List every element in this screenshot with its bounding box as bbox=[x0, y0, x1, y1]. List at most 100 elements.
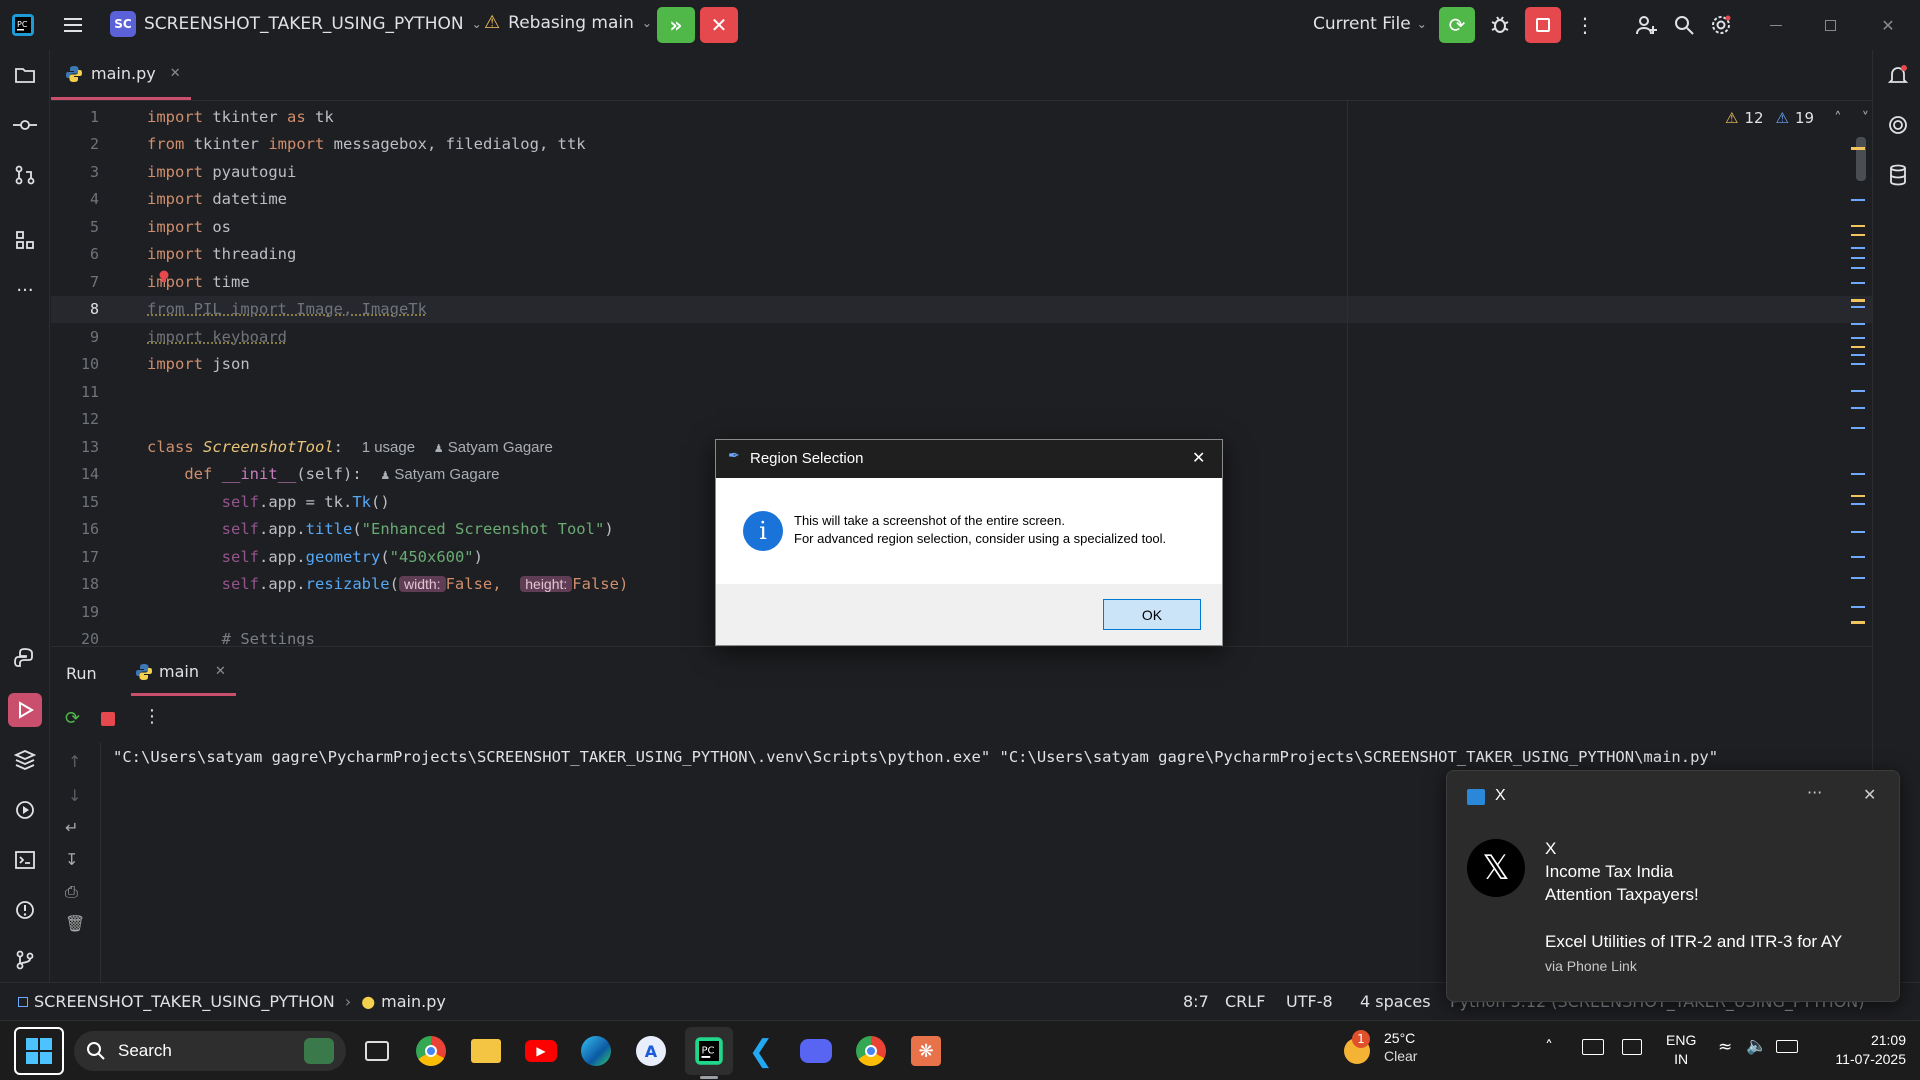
run-config-selector[interactable]: Current File ⌄ bbox=[1313, 14, 1427, 34]
ok-button[interactable]: OK bbox=[1103, 599, 1201, 630]
structure-icon[interactable] bbox=[10, 225, 40, 255]
line-number: 2 bbox=[89, 135, 99, 153]
pycharm-logo-icon[interactable]: PC bbox=[10, 12, 36, 38]
run-tool-icon[interactable] bbox=[8, 693, 42, 727]
editor-tabs: main.py ✕ bbox=[51, 50, 1872, 101]
chevron-down-icon[interactable]: ˅ bbox=[1862, 109, 1870, 127]
restore-icon[interactable] bbox=[1814, 9, 1846, 41]
indent-setting[interactable]: 4 spaces bbox=[1360, 992, 1431, 1011]
inspections-widget[interactable]: ⚠ 12 ⚠ 19 ˄ ˅ bbox=[1725, 109, 1869, 127]
window-close-icon[interactable]: ✕ bbox=[1872, 9, 1904, 41]
python-packages-icon[interactable] bbox=[10, 745, 40, 775]
debug-button[interactable] bbox=[1484, 9, 1516, 41]
youtube-icon[interactable]: ▶ bbox=[521, 1031, 561, 1071]
clock[interactable]: 21:09 11-07-2025 bbox=[1816, 1031, 1906, 1069]
continue-rebase-button[interactable]: » bbox=[657, 7, 695, 43]
main-menu-icon[interactable] bbox=[60, 12, 86, 38]
language-indicator[interactable]: ENG IN bbox=[1666, 1031, 1696, 1069]
abort-rebase-button[interactable]: ✕ bbox=[700, 7, 738, 43]
notification-toast[interactable]: X ··· ✕ 𝕏 X Income Tax India Attention T… bbox=[1446, 770, 1900, 1002]
rerun-icon[interactable]: ⟳ bbox=[65, 708, 80, 729]
wifi-icon[interactable]: ≈ bbox=[1718, 1037, 1732, 1057]
arrow-up-icon[interactable]: ↑ bbox=[68, 752, 81, 771]
edge-icon[interactable] bbox=[576, 1031, 616, 1071]
toast-more-icon[interactable]: ··· bbox=[1807, 783, 1822, 802]
weather-widget[interactable]: 1 25°C Clear bbox=[1342, 1029, 1417, 1065]
services-icon[interactable] bbox=[10, 795, 40, 825]
vcs-status: Rebasing main bbox=[508, 12, 634, 33]
run-tab-main[interactable]: main ✕ bbox=[135, 662, 226, 681]
python-console-icon[interactable] bbox=[10, 643, 40, 673]
task-view-icon[interactable] bbox=[357, 1031, 397, 1071]
usage-hint[interactable]: 1 usage bbox=[362, 439, 415, 456]
database-icon[interactable] bbox=[1883, 160, 1913, 190]
editor-scrollbar-thumb[interactable] bbox=[1856, 137, 1866, 181]
breadcrumb-file[interactable]: main.py bbox=[381, 992, 446, 1011]
chevron-up-icon[interactable]: ˄ bbox=[1545, 1037, 1553, 1056]
project-badge: SC bbox=[110, 11, 136, 37]
file-explorer-icon[interactable] bbox=[466, 1031, 506, 1071]
claude-icon[interactable]: ❋ bbox=[906, 1031, 946, 1071]
tab-main-py[interactable]: main.py ✕ bbox=[65, 64, 181, 83]
discord-icon[interactable] bbox=[796, 1031, 836, 1071]
problems-icon[interactable] bbox=[10, 895, 40, 925]
keyboard-icon[interactable] bbox=[1582, 1039, 1604, 1055]
settings-gear-icon[interactable] bbox=[1705, 9, 1737, 41]
region-selection-dialog: ✒ Region Selection ✕ i This will take a … bbox=[715, 439, 1223, 646]
line-number: 3 bbox=[89, 163, 99, 181]
run-side-toolbar: ↑ ↓ ↵ ↧ ⎙ 🗑 bbox=[51, 742, 101, 982]
trash-icon[interactable]: 🗑 bbox=[65, 914, 85, 933]
display-icon[interactable] bbox=[1622, 1039, 1642, 1055]
stop-button[interactable] bbox=[1525, 7, 1561, 43]
app-store-icon[interactable]: A bbox=[631, 1031, 671, 1071]
breadcrumb-project[interactable]: SCREENSHOT_TAKER_USING_PYTHON bbox=[34, 992, 335, 1011]
ai-assistant-icon[interactable] bbox=[1883, 110, 1913, 140]
active-tab-underline bbox=[51, 97, 191, 100]
phone-link-icon bbox=[1467, 789, 1485, 805]
soft-wrap-icon[interactable]: ↵ bbox=[65, 818, 78, 837]
line-separator[interactable]: CRLF bbox=[1225, 992, 1265, 1011]
chevron-down-icon: ⌄ bbox=[641, 15, 652, 30]
more-actions-icon[interactable]: ⋮ bbox=[143, 706, 161, 727]
error-bulb-icon[interactable] bbox=[158, 269, 170, 283]
caret-position[interactable]: 8:7 bbox=[1183, 992, 1209, 1011]
arrow-down-icon[interactable]: ↓ bbox=[68, 786, 81, 805]
vscode-icon[interactable]: ❮ bbox=[741, 1031, 781, 1071]
battery-icon[interactable] bbox=[1776, 1040, 1798, 1053]
chrome-icon[interactable] bbox=[411, 1031, 451, 1071]
vcs-widget[interactable]: ⚠ Rebasing main ⌄ bbox=[484, 12, 652, 33]
tab-close-icon[interactable]: ✕ bbox=[215, 664, 226, 679]
tab-close-icon[interactable]: ✕ bbox=[170, 66, 181, 81]
more-tools-icon[interactable]: ··· bbox=[10, 275, 40, 305]
commit-icon[interactable] bbox=[10, 110, 40, 140]
notifications-bell-icon[interactable] bbox=[1883, 60, 1913, 90]
chevron-up-icon[interactable]: ˄ bbox=[1834, 109, 1842, 127]
search-icon[interactable] bbox=[1668, 9, 1700, 41]
line-number: 16 bbox=[80, 520, 99, 538]
print-icon[interactable]: ⎙ bbox=[65, 882, 78, 902]
pull-requests-icon[interactable] bbox=[10, 160, 40, 190]
pycharm-taskbar-icon[interactable]: PC bbox=[685, 1027, 733, 1075]
file-encoding[interactable]: UTF-8 bbox=[1286, 992, 1333, 1011]
chrome-alt-icon[interactable] bbox=[851, 1031, 891, 1071]
scroll-to-end-icon[interactable]: ↧ bbox=[65, 850, 78, 869]
dialog-close-icon[interactable]: ✕ bbox=[1192, 448, 1205, 467]
terminal-icon[interactable] bbox=[10, 845, 40, 875]
start-button[interactable] bbox=[14, 1027, 64, 1075]
code-line-unused-import: import keyboard bbox=[147, 328, 287, 346]
minimize-icon[interactable] bbox=[1760, 9, 1792, 41]
line-number: 17 bbox=[80, 548, 99, 566]
rerun-button[interactable]: ⟳ bbox=[1439, 7, 1475, 43]
taskbar-search[interactable]: Search bbox=[74, 1031, 346, 1071]
git-branch-icon[interactable] bbox=[10, 945, 40, 975]
close-icon: ✕ bbox=[710, 13, 728, 37]
code-line: import os bbox=[147, 218, 231, 236]
chevron-down-icon: ⌄ bbox=[471, 17, 482, 31]
project-folder-icon[interactable] bbox=[10, 60, 40, 90]
stop-icon[interactable] bbox=[101, 712, 115, 726]
toast-close-icon[interactable]: ✕ bbox=[1863, 785, 1876, 804]
more-actions-icon[interactable]: ⋮ bbox=[1573, 9, 1597, 41]
volume-icon[interactable]: 🔈 bbox=[1746, 1036, 1767, 1056]
add-user-icon[interactable] bbox=[1630, 9, 1662, 41]
project-selector[interactable]: SC SCREENSHOT_TAKER_USING_PYTHON ⌄ bbox=[110, 11, 482, 37]
